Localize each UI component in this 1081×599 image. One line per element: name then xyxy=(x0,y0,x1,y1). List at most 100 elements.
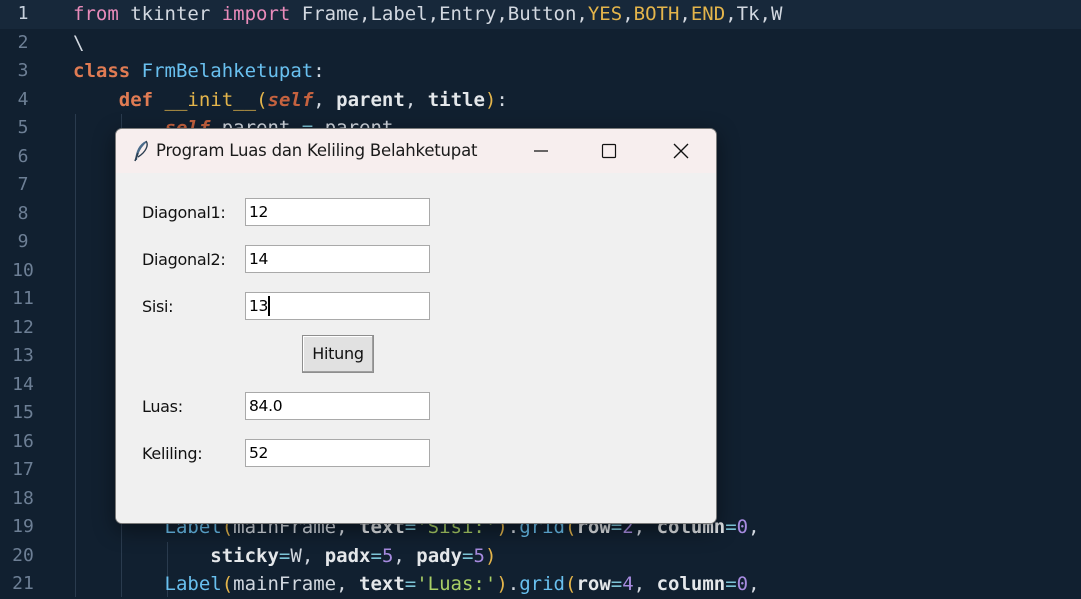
code-token: pady xyxy=(416,544,463,567)
code-token: , xyxy=(404,88,428,111)
code-token: = xyxy=(462,544,474,567)
code-token: = xyxy=(725,516,737,538)
line-number: 8 xyxy=(17,202,29,224)
line-number: 6 xyxy=(17,145,29,167)
line-number: 13 xyxy=(12,345,34,366)
luas-label: Luas: xyxy=(142,397,183,416)
code-token: sticky xyxy=(210,544,279,567)
line-number: 9 xyxy=(17,231,29,252)
code-text: class FrmBelahketupat: xyxy=(73,57,325,86)
main-frame: Diagonal1: 12 Diagonal2: 14 Sisi: 13 Hit… xyxy=(116,173,716,523)
code-token: END xyxy=(690,3,726,25)
maximize-icon xyxy=(601,143,617,159)
hitung-button[interactable]: Hitung xyxy=(302,335,374,373)
code-token: = xyxy=(610,573,623,595)
title-bar[interactable]: Program Luas dan Keliling Belahketupat xyxy=(116,129,716,173)
line-number: 1 xyxy=(17,3,29,24)
code-line: 20 sticky=W, padx=5, pady=5) xyxy=(0,542,1081,571)
text-caret xyxy=(268,295,271,316)
line-number: 4 xyxy=(17,88,29,110)
code-token: ( xyxy=(221,573,234,595)
code-line: 4 def __init__(self, parent, title): xyxy=(0,86,1081,115)
code-token: = xyxy=(725,573,737,595)
code-token: Button xyxy=(507,3,577,25)
code-token: = xyxy=(370,544,382,567)
line-number: 2 xyxy=(17,31,29,53)
line-number: 11 xyxy=(12,288,34,309)
code-token: , xyxy=(336,573,360,595)
code-token: title xyxy=(427,88,485,111)
code-token: text xyxy=(359,573,405,595)
code-token: __init__ xyxy=(164,88,257,111)
line-number: 17 xyxy=(12,459,34,480)
close-button[interactable] xyxy=(648,129,714,173)
code-token: , xyxy=(313,88,337,111)
code-text: def __init__(self, parent, title): xyxy=(73,86,508,115)
code-token: self xyxy=(267,88,314,111)
tk-window: Program Luas dan Keliling Belahketupat D… xyxy=(115,128,717,524)
code-token: ( xyxy=(256,88,268,111)
code-token: tkinter xyxy=(118,3,222,25)
line-number: 5 xyxy=(17,117,29,138)
code-token: , xyxy=(748,516,760,538)
keliling-label: Keliling: xyxy=(142,444,203,463)
keliling-entry[interactable]: 52 xyxy=(245,439,430,467)
code-line: 2 \ xyxy=(0,29,1081,58)
line-number: 16 xyxy=(12,430,34,452)
code-token: , xyxy=(393,544,417,567)
maximize-button[interactable] xyxy=(576,129,642,173)
code-token: = xyxy=(404,573,417,595)
luas-entry[interactable]: 84.0 xyxy=(245,392,430,420)
code-token: Tk xyxy=(736,3,760,25)
close-icon xyxy=(673,143,689,159)
line-number: 14 xyxy=(12,373,34,395)
code-token: , xyxy=(301,544,325,567)
code-token: : xyxy=(496,88,508,111)
code-token: 4 xyxy=(622,573,634,595)
diagonal2-entry[interactable]: 14 xyxy=(245,245,430,273)
line-number: 20 xyxy=(12,544,34,566)
feather-icon xyxy=(134,140,148,162)
code-text: from tkinter import Frame,Label,Entry,Bu… xyxy=(73,0,782,29)
code-token: W xyxy=(770,3,783,25)
code-token: import xyxy=(221,3,291,25)
code-token: mainFrame xyxy=(233,573,337,595)
code-line: 3 class FrmBelahketupat: xyxy=(0,57,1081,86)
sisi-entry[interactable]: 13 xyxy=(245,292,430,320)
line-number: 21 xyxy=(12,573,34,594)
code-token: 0 xyxy=(736,516,749,538)
code-token: 'Luas:' xyxy=(416,573,497,595)
sisi-label: Sisi: xyxy=(142,297,174,316)
code-token: row xyxy=(576,573,611,595)
code-token: parent xyxy=(336,88,405,111)
minimize-button[interactable] xyxy=(508,129,574,173)
code-token: Entry xyxy=(439,3,497,25)
code-token: Label xyxy=(164,573,222,595)
diagonal1-entry[interactable]: 12 xyxy=(245,198,430,226)
code-token: Frame xyxy=(290,3,359,25)
code-token: , xyxy=(576,3,588,25)
code-token: , xyxy=(622,3,634,25)
code-token: class xyxy=(73,60,131,82)
line-number: 19 xyxy=(12,516,34,537)
code-token: , xyxy=(359,3,371,25)
code-text: \ xyxy=(73,29,84,58)
code-text: sticky=W, padx=5, pady=5) xyxy=(73,542,496,571)
code-text: Label(mainFrame, text='Luas:').grid(row=… xyxy=(73,570,760,599)
code-token: ) xyxy=(496,573,508,595)
code-token: . xyxy=(507,573,520,595)
line-number: 10 xyxy=(12,259,34,281)
code-token: W xyxy=(290,544,302,567)
code-token: FrmBelahketupat xyxy=(141,60,314,82)
code-token: YES xyxy=(587,3,623,25)
code-token: 5 xyxy=(381,544,394,567)
code-token: , xyxy=(759,3,771,25)
code-token: def xyxy=(118,88,154,111)
code-token: 5 xyxy=(473,544,485,567)
code-token: padx xyxy=(324,544,371,567)
code-token: : xyxy=(313,60,325,82)
